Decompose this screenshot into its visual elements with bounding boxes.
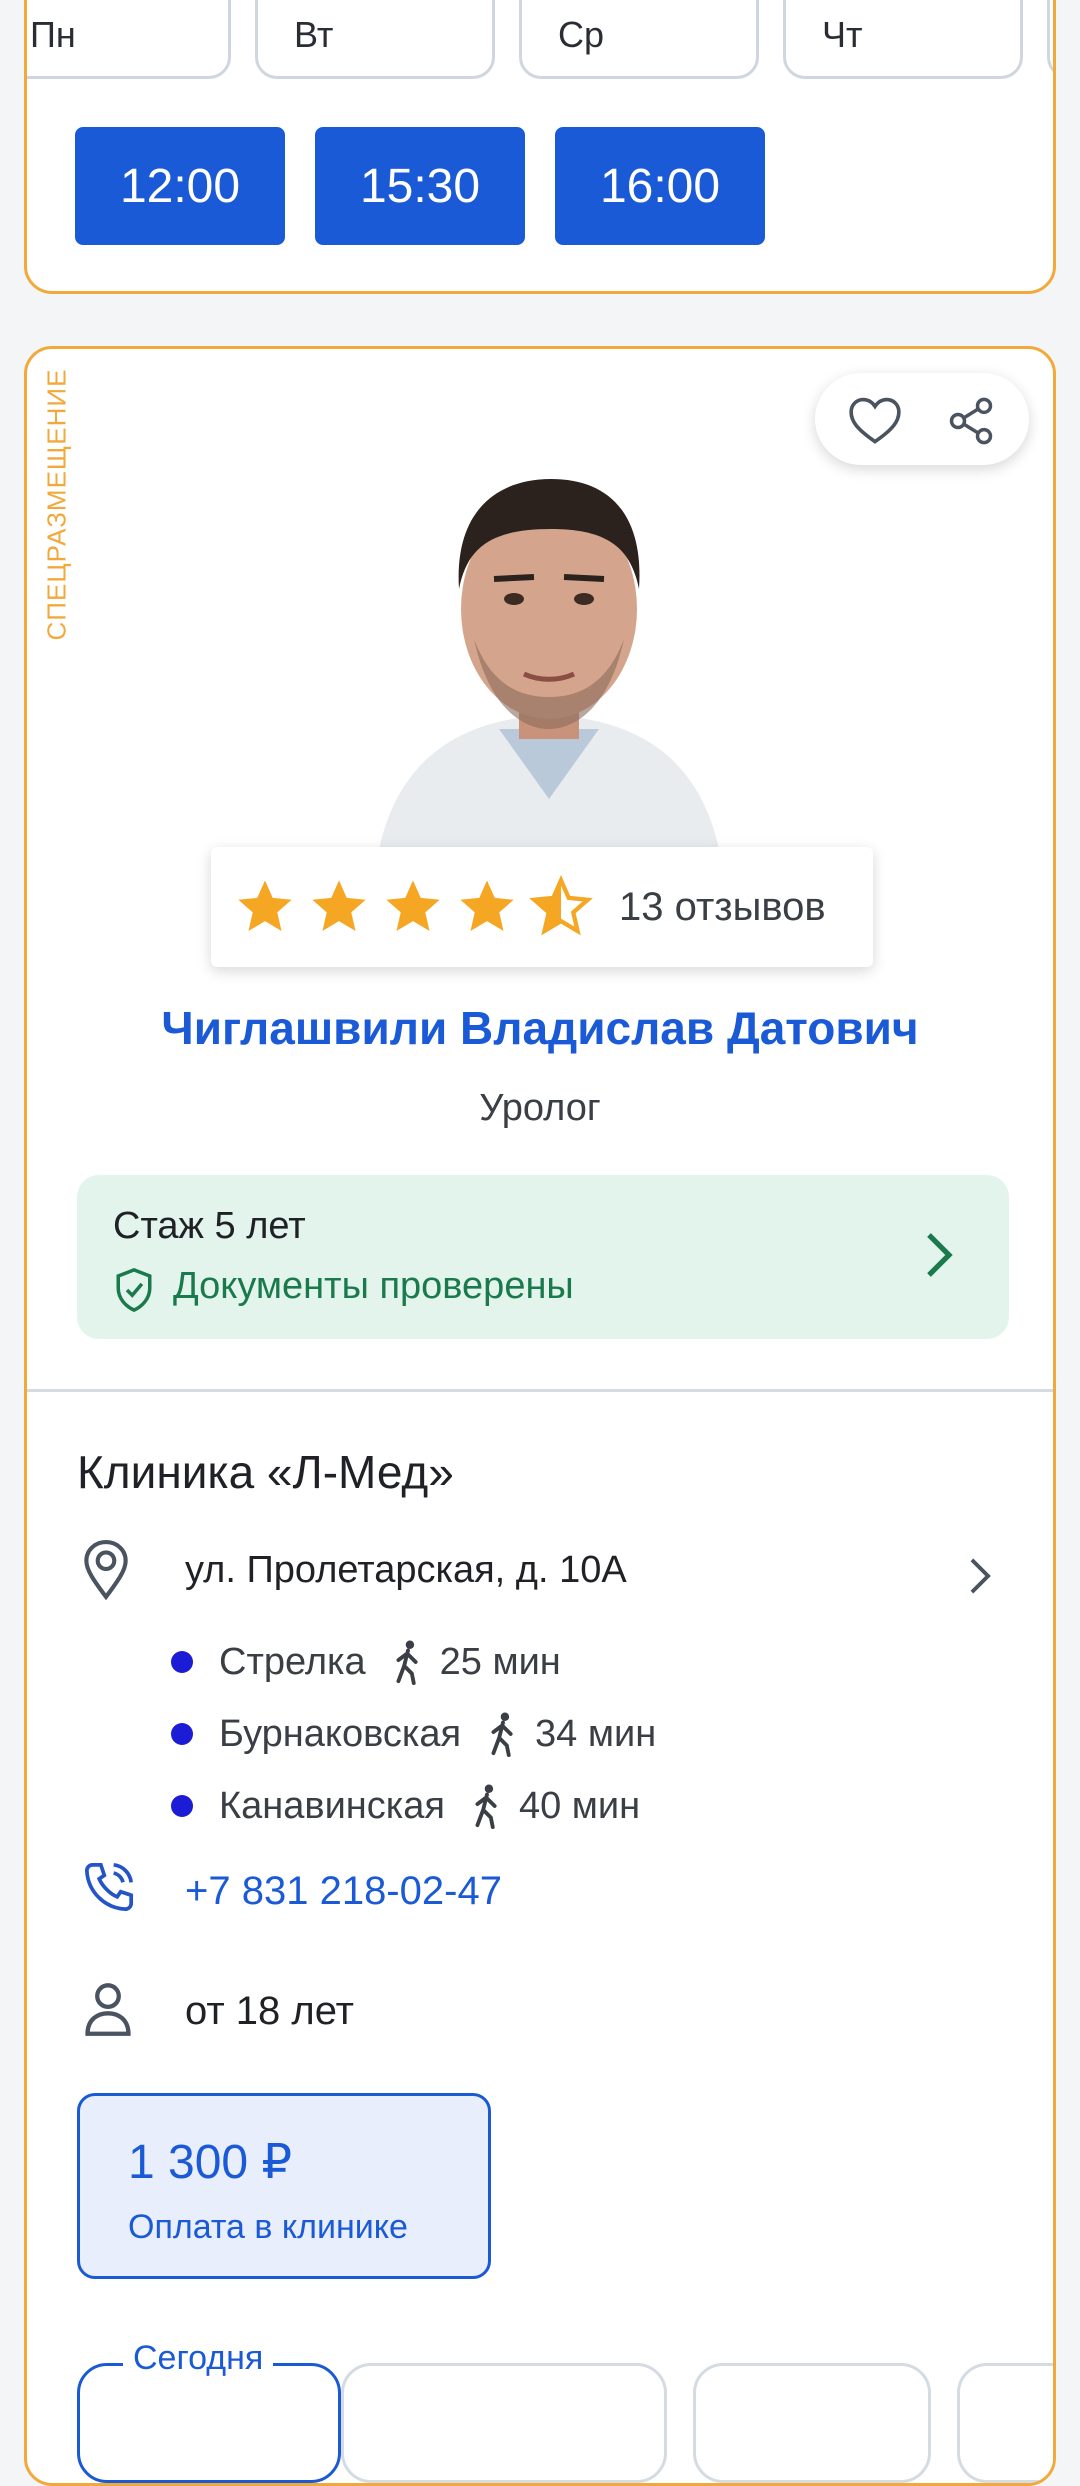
date-chip[interactable] xyxy=(693,2363,931,2483)
share-icon[interactable] xyxy=(945,395,997,447)
star-icon xyxy=(238,880,292,931)
day-label: Ср xyxy=(558,14,605,55)
price-option[interactable]: 1 300 ₽ Оплата в клинике xyxy=(77,2093,491,2279)
location-pin-icon xyxy=(84,1540,128,1601)
date-chip-today[interactable] xyxy=(77,2363,341,2483)
metro-line-dot xyxy=(171,1795,193,1817)
schedule-card: Пн Вт Ср Чт 12:00 15:30 16:00 xyxy=(24,0,1056,294)
date-chip[interactable] xyxy=(341,2363,667,2483)
payment-method: Оплата в клинике xyxy=(128,2208,408,2246)
today-label: Сегодня xyxy=(123,2339,274,2378)
rating-badge[interactable]: 13 отзывов xyxy=(211,847,873,967)
price-value: 1 300 ₽ xyxy=(128,2136,292,2189)
day-label: Пн xyxy=(30,14,76,55)
day-chip-tue[interactable]: Вт xyxy=(255,0,495,79)
shield-check-icon xyxy=(116,1267,152,1313)
doctor-specialty: Уролог xyxy=(479,1087,601,1129)
walking-icon xyxy=(396,1640,418,1685)
promo-side-label: СПЕЦРАЗМЕЩЕНИЕ xyxy=(41,368,72,641)
card-actions xyxy=(815,373,1029,465)
divider xyxy=(27,1389,1053,1392)
walk-time: 25 мин xyxy=(439,1640,561,1683)
star-icon xyxy=(460,880,514,931)
chevron-right-icon[interactable] xyxy=(967,1555,993,1597)
day-chip-mon[interactable]: Пн xyxy=(27,0,231,79)
age-restriction: от 18 лет xyxy=(185,1989,354,2033)
clinic-phone-link[interactable]: +7 831 218-02-47 xyxy=(185,1869,502,1914)
time-slot-button[interactable]: 15:30 xyxy=(315,127,525,245)
documents-verified-label: Документы проверены xyxy=(173,1265,574,1307)
date-chip[interactable] xyxy=(957,2363,1053,2483)
metro-station: Бурнаковская 34 мин xyxy=(171,1711,656,1757)
metro-name: Канавинская xyxy=(219,1784,445,1827)
walk-time: 34 мин xyxy=(535,1712,657,1755)
star-half-icon xyxy=(529,875,593,936)
metro-station: Канавинская 40 мин xyxy=(171,1783,640,1829)
metro-station: Стрелка 25 мин xyxy=(171,1639,561,1685)
day-chip-next[interactable] xyxy=(1047,0,1053,79)
metro-line-dot xyxy=(171,1723,193,1745)
walk-time: 40 мин xyxy=(518,1784,641,1827)
experience-label: Стаж 5 лет xyxy=(113,1205,306,1247)
doctor-card: СПЕЦРАЗМЕЩЕНИЕ 13 отзывов Чиглашвили Вла… xyxy=(24,346,1056,2486)
doctor-name[interactable]: Чиглашвили Владислав Датович xyxy=(27,1001,1053,1055)
doctor-photo xyxy=(339,429,759,849)
metro-name: Стрелка xyxy=(219,1640,366,1683)
clinic-address[interactable]: ул. Пролетарская, д. 10А xyxy=(185,1549,627,1592)
star-icon xyxy=(386,880,440,931)
walking-icon xyxy=(475,1784,497,1829)
star-icon xyxy=(312,880,366,931)
day-chip-thu[interactable]: Чт xyxy=(783,0,1023,79)
heart-icon[interactable] xyxy=(847,395,903,445)
phone-icon xyxy=(84,1862,134,1912)
person-icon xyxy=(85,1983,131,2036)
time-slot-button[interactable]: 12:00 xyxy=(75,127,285,245)
day-chip-wed[interactable]: Ср xyxy=(519,0,759,79)
reviews-count: 13 отзывов xyxy=(619,885,826,929)
experience-box[interactable]: Стаж 5 лет Документы проверены xyxy=(77,1175,1009,1339)
day-label: Вт xyxy=(294,14,334,55)
time-slot-button[interactable]: 16:00 xyxy=(555,127,765,245)
chevron-right-icon xyxy=(927,1233,953,1277)
rating-stars xyxy=(233,875,593,939)
day-label: Чт xyxy=(822,14,863,55)
metro-line-dot xyxy=(171,1651,193,1673)
walking-icon xyxy=(491,1712,513,1757)
clinic-title[interactable]: Клиника «Л-Мед» xyxy=(77,1445,454,1499)
metro-name: Бурнаковская xyxy=(219,1712,462,1755)
